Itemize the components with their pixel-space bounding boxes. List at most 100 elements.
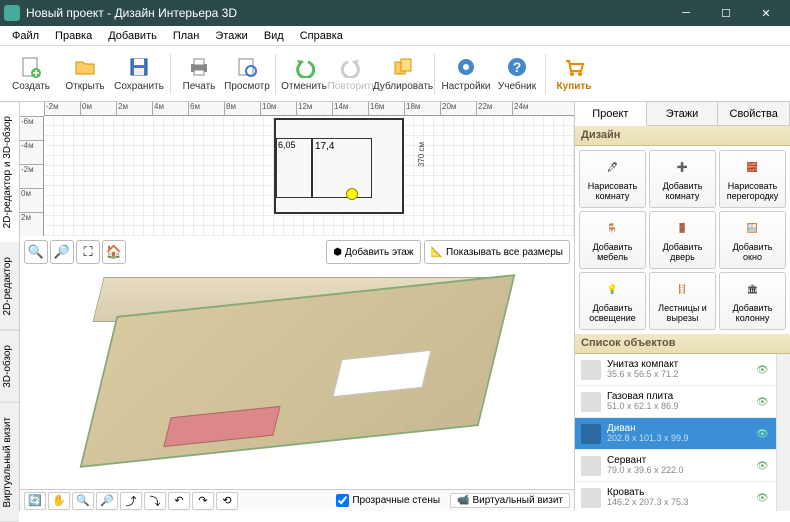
zoom-in-button[interactable]: 🔍 [24,240,48,264]
redo-button[interactable]: Повторить [328,48,376,100]
rotate-right-button[interactable]: ↷ [192,492,214,510]
home-button[interactable]: 🏠 [102,240,126,264]
duplicate-button[interactable]: Дублировать [376,48,430,100]
visibility-icon[interactable]: 👁 [756,461,770,471]
view-3d-viewport[interactable] [20,270,574,489]
design-button-0[interactable]: 🖊Нарисоватькомнату [579,150,646,208]
zoom3d-in-button[interactable]: 🔍 [72,492,94,510]
object-thumb-icon [581,360,601,380]
object-row[interactable]: Газовая плита51.0 x 62.1 x 86.9👁 [575,386,776,418]
ruler-tick: 0м [80,102,116,115]
rotate-left-button[interactable]: ↶ [168,492,190,510]
tilt-up-button[interactable]: ⤴ [120,492,142,510]
zoom-fit-button[interactable]: ⛶ [76,240,100,264]
layers-icon: ⬢ [333,247,342,258]
window-title: Новый проект - Дизайн Интерьера 3D [26,6,666,20]
maximize-button[interactable]: ☐ [706,0,746,26]
ruler-tick: 18м [404,102,440,115]
save-button[interactable]: Сохранить [112,48,166,100]
room-large[interactable]: 17,4 [312,138,372,198]
design-buttons-grid: 🖊Нарисоватькомнату➕Добавитькомнату🧱Нарис… [575,146,790,334]
undo-icon [292,55,316,79]
design-button-6[interactable]: 💡Добавитьосвещение [579,272,646,330]
transparent-walls-checkbox[interactable]: Прозрачные стены [336,494,440,507]
vtab-2d3d[interactable]: 2D-редактор и 3D-обзор [0,102,19,243]
orbit-button[interactable]: 🔄 [24,492,46,510]
section-design-header: Дизайн [575,126,790,146]
room-small[interactable]: 6,05 [276,138,312,198]
object-list-scrollbar[interactable] [776,354,790,511]
object-row[interactable]: Сервант79.0 x 39.6 x 222.0👁 [575,450,776,482]
visibility-icon[interactable]: 👁 [756,493,770,503]
ruler-tick: 22м [476,102,512,115]
virtual-visit-button[interactable]: 📹Виртуальный визит [450,493,570,508]
ruler-tick: -4м [20,140,43,164]
ruler-tick: 10м [260,102,296,115]
vtab-2d[interactable]: 2D-редактор [0,243,19,331]
menu-add[interactable]: Добавить [100,28,165,44]
reset-view-button[interactable]: ⟲ [216,492,238,510]
bottom-toolbar: 🔄 ✋ 🔍 🔎 ⤴ ⤵ ↶ ↷ ⟲ Прозрачные стены 📹Вирт… [20,489,574,511]
floorplan[interactable]: 6,05 17,4 370 см [274,118,404,214]
tutorial-button[interactable]: ?Учебник [493,48,541,100]
object-row[interactable]: Диван202.8 x 101.3 x 99.9👁 [575,418,776,450]
menu-edit[interactable]: Правка [47,28,100,44]
menu-plan[interactable]: План [165,28,208,44]
ruler-tick: 0м [20,188,43,212]
object-dimensions: 51.0 x 62.1 x 86.9 [607,402,750,412]
zoom-out-button[interactable]: 🔎 [50,240,74,264]
zoom3d-out-button[interactable]: 🔎 [96,492,118,510]
menu-view[interactable]: Вид [256,28,292,44]
zoom-toolbar: 🔍 🔎 ⛶ 🏠 [24,240,126,264]
object-row[interactable]: Кровать146.2 x 207.3 x 75.3👁 [575,482,776,511]
gear-icon [454,55,478,79]
new-file-icon [19,55,43,79]
vtab-3d[interactable]: 3D-обзор [0,331,19,403]
menu-floors[interactable]: Этажи [207,28,255,44]
plan-2d-viewport[interactable]: 6,05 17,4 370 см [44,116,574,236]
design-button-2[interactable]: 🧱Нарисоватьперегородку [719,150,786,208]
cart-icon [562,55,586,79]
object-row[interactable]: Унитаз компакт35.6 x 56.5 x 71.2👁 [575,354,776,386]
design-button-7[interactable]: 🪜Лестницы ивырезы [649,272,716,330]
preview-button[interactable]: Просмотр [223,48,271,100]
menu-file[interactable]: Файл [4,28,47,44]
duplicate-icon [391,55,415,79]
design-button-1[interactable]: ➕Добавитькомнату [649,150,716,208]
view-tabs: 2D-редактор и 3D-обзор 2D-редактор 3D-об… [0,102,20,511]
design-button-3[interactable]: 🪑Добавитьмебель [579,211,646,269]
rtab-properties[interactable]: Свойства [718,102,790,125]
camera-marker[interactable] [346,188,358,200]
undo-button[interactable]: Отменить [280,48,328,100]
design-icon: 🧱 [741,156,765,180]
open-button[interactable]: Открыть [58,48,112,100]
titlebar: Новый проект - Дизайн Интерьера 3D ─ ☐ ✕ [0,0,790,26]
show-dimensions-button[interactable]: 📐Показывать все размеры [424,240,570,264]
settings-button[interactable]: Настройки [439,48,493,100]
visibility-icon[interactable]: 👁 [756,365,770,375]
design-button-5[interactable]: 🪟Добавитьокно [719,211,786,269]
minimize-button[interactable]: ─ [666,0,706,26]
rtab-floors[interactable]: Этажи [647,102,719,125]
design-button-4[interactable]: 🚪Добавитьдверь [649,211,716,269]
pan-button[interactable]: ✋ [48,492,70,510]
tilt-down-button[interactable]: ⤵ [144,492,166,510]
canvas-area: -2м0м2м4м6м8м10м12м14м16м18м20м22м24м -6… [20,102,574,511]
right-panel: Проект Этажи Свойства Дизайн 🖊Нарисовать… [574,102,790,511]
vtab-virtual[interactable]: Виртуальный визит [0,403,19,522]
object-thumb-icon [581,488,601,508]
print-button[interactable]: Печать [175,48,223,100]
dimension-label: 370 см [417,142,426,167]
create-button[interactable]: Создать [4,48,58,100]
rtab-project[interactable]: Проект [575,102,647,126]
visibility-icon[interactable]: 👁 [756,429,770,439]
ruler-tick: 8м [224,102,260,115]
design-button-8[interactable]: 🏛Добавитьколонну [719,272,786,330]
menu-help[interactable]: Справка [292,28,351,44]
visibility-icon[interactable]: 👁 [756,397,770,407]
ruler-tick: 20м [440,102,476,115]
design-icon: 🪑 [601,217,625,241]
buy-button[interactable]: Купить [550,48,598,100]
close-button[interactable]: ✕ [746,0,786,26]
add-floor-button[interactable]: ⬢Добавить этаж [326,240,420,264]
